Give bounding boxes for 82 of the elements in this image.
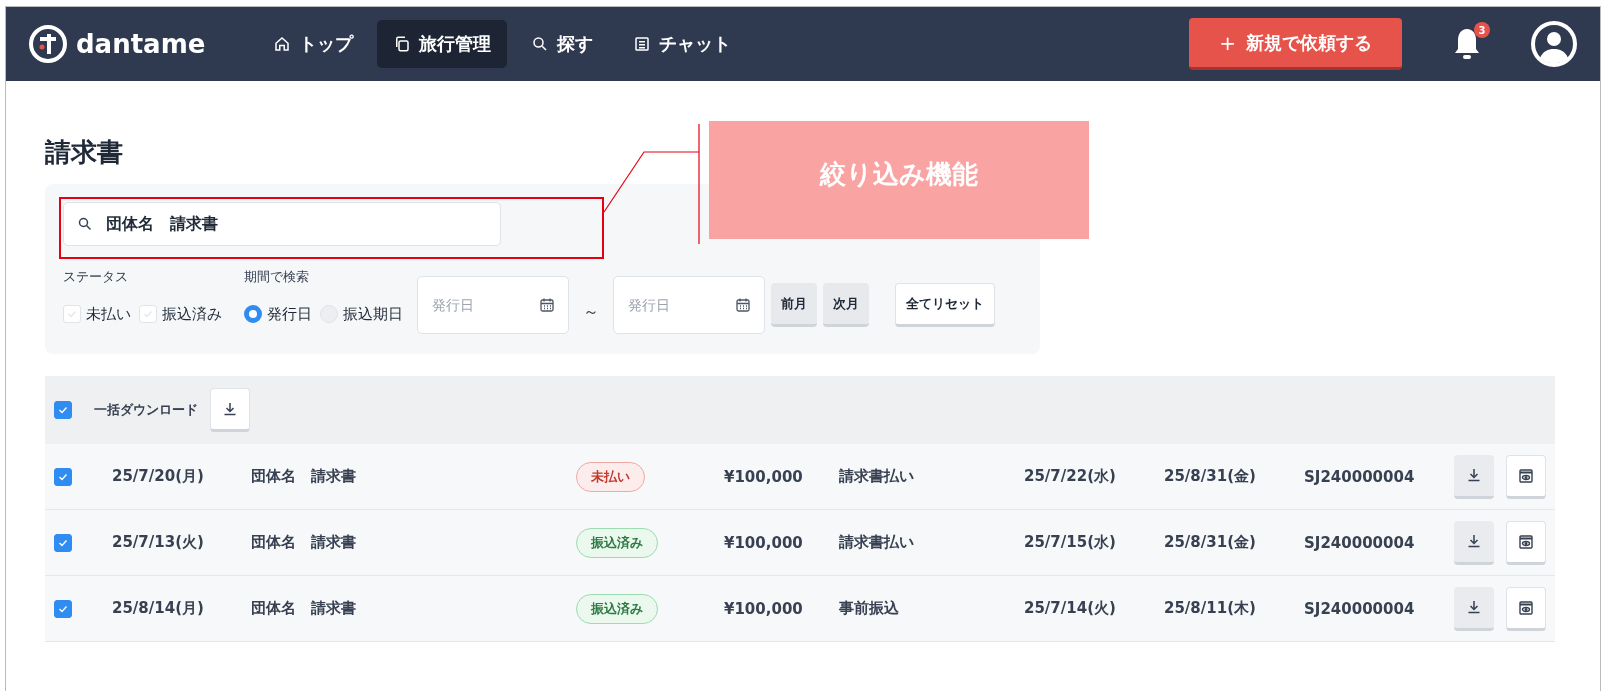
search-icon: [78, 217, 92, 231]
date-to-field[interactable]: 発行日: [613, 276, 765, 334]
table-cell-text: 25/8/11(木): [1164, 599, 1257, 618]
table-cell-text: ¥100,000: [724, 533, 804, 552]
table-cell-text: 25/8/14(月): [112, 599, 205, 618]
table-cell-text: 25/7/15(水): [1024, 533, 1117, 552]
download-icon: [1466, 533, 1482, 549]
notification-count: 3: [1474, 22, 1490, 38]
status-checkbox[interactable]: [63, 305, 81, 323]
table-cell-text: 25/8/31(金): [1164, 533, 1257, 552]
table-cell-text: SJ240000004: [1304, 467, 1416, 486]
page-title: 請求書: [45, 136, 124, 169]
table-cell-text: 25/7/13(火): [112, 533, 205, 552]
download-button[interactable]: [1454, 454, 1494, 499]
table-cell-text: 請求書払い: [839, 533, 915, 552]
table-cell-text: 25/7/22(水): [1024, 467, 1117, 486]
logo-icon: [28, 24, 68, 64]
table-cell-text: ¥100,000: [724, 467, 804, 486]
download-button[interactable]: [1454, 520, 1494, 565]
list-icon: [633, 35, 652, 53]
calendar-icon: [735, 297, 751, 313]
nav-tab[interactable]: チャット: [617, 20, 748, 68]
preview-icon: [1518, 467, 1534, 484]
table-cell-text: SJ240000004: [1304, 599, 1416, 618]
check-icon: [58, 537, 68, 548]
table-cell-text: 請求書払い: [839, 467, 915, 486]
check-icon: [143, 309, 153, 319]
calendar-icon: [539, 297, 555, 313]
status-label: ステータス: [63, 268, 129, 286]
table-cell-text: 団体名 請求書: [251, 467, 357, 486]
search-field[interactable]: 団体名 請求書: [63, 202, 501, 246]
period-label: 期間で検索: [244, 268, 310, 286]
filter-button[interactable]: 全てリセット: [895, 283, 995, 327]
status-option-label: 未払い: [86, 304, 131, 324]
check-icon: [67, 309, 77, 319]
download-icon: [222, 401, 238, 417]
status-checkbox[interactable]: [139, 305, 157, 323]
status-badge: 振込済み: [576, 527, 658, 558]
select-all-checkbox[interactable]: [54, 401, 72, 419]
period-option-label: 発行日: [267, 304, 312, 324]
filter-button[interactable]: 前月: [771, 283, 817, 327]
table-cell-text: ¥100,000: [724, 599, 804, 618]
check-icon: [58, 471, 68, 482]
avatar-icon[interactable]: [1530, 20, 1578, 68]
preview-button[interactable]: [1506, 520, 1546, 565]
bulk-download-button[interactable]: [210, 388, 250, 432]
new-request-button[interactable]: + 新規で依頼する: [1189, 18, 1402, 70]
check-icon: [58, 603, 68, 614]
nav-tab[interactable]: 探す: [515, 20, 610, 68]
nav-tab[interactable]: トップ: [257, 20, 370, 68]
row-checkbox[interactable]: [54, 467, 72, 486]
status-badge: 未払い: [576, 461, 645, 492]
annotation-label: 絞り込み機能: [820, 157, 978, 191]
table-cell-text: 団体名 請求書: [251, 533, 357, 552]
period-radio[interactable]: [244, 305, 262, 323]
bulk-download-label: 一括ダウンロード: [94, 401, 198, 419]
status-option-label: 振込済み: [162, 304, 222, 324]
row-checkbox[interactable]: [54, 599, 72, 618]
copy-icon: [393, 35, 412, 53]
table-cell-text: 団体名 請求書: [251, 599, 357, 618]
filter-button[interactable]: 次月: [823, 283, 869, 327]
table-cell-text: 25/7/20(月): [112, 467, 205, 486]
download-icon: [1466, 599, 1482, 615]
range-separator: ～: [583, 301, 599, 323]
check-icon: [58, 405, 68, 415]
table-cell-text: 25/8/31(金): [1164, 467, 1257, 486]
preview-button[interactable]: [1506, 454, 1546, 499]
date-from-field[interactable]: 発行日: [417, 276, 569, 334]
row-checkbox[interactable]: [54, 533, 72, 552]
download-button[interactable]: [1454, 586, 1494, 631]
preview-icon: [1518, 533, 1534, 550]
status-badge: 振込済み: [576, 593, 658, 624]
period-option-label: 振込期日: [343, 304, 403, 324]
table-cell-text: 25/7/14(火): [1024, 599, 1117, 618]
preview-button[interactable]: [1506, 586, 1546, 631]
home-icon: [273, 35, 292, 53]
logo-text: dantame: [76, 29, 206, 59]
nav-tab[interactable]: 旅行管理: [377, 20, 508, 68]
table-cell-text: SJ240000004: [1304, 533, 1416, 552]
table-cell-text: 事前振込: [839, 599, 900, 618]
preview-icon: [1518, 599, 1534, 616]
download-icon: [1466, 467, 1482, 483]
